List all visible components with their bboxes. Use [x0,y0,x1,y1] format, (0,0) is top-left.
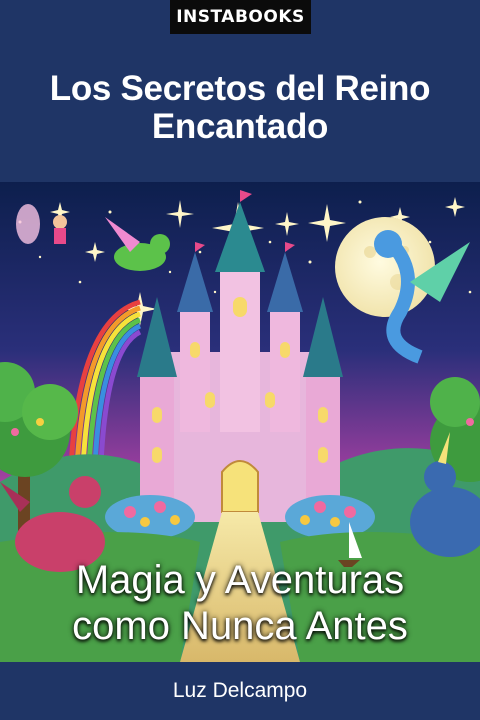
subtitle-line-1: Magia y Aventuras [75,558,405,602]
author-name: Luz Delcampo [172,679,308,702]
title-line-1: Los Secretos del Reino [49,69,431,108]
book-cover: INSTABOOKS Los Secretos del Reino Encant… [0,0,480,720]
subtitle-line-2: como Nunca Antes [72,604,408,648]
publisher-logo: INSTABOOKS [170,0,311,34]
book-title: Los Secretos del Reino Encantado [0,70,480,146]
title-line-2: Encantado [151,107,329,146]
book-subtitle: Magia y Aventuras como Nunca Antes [0,557,480,649]
